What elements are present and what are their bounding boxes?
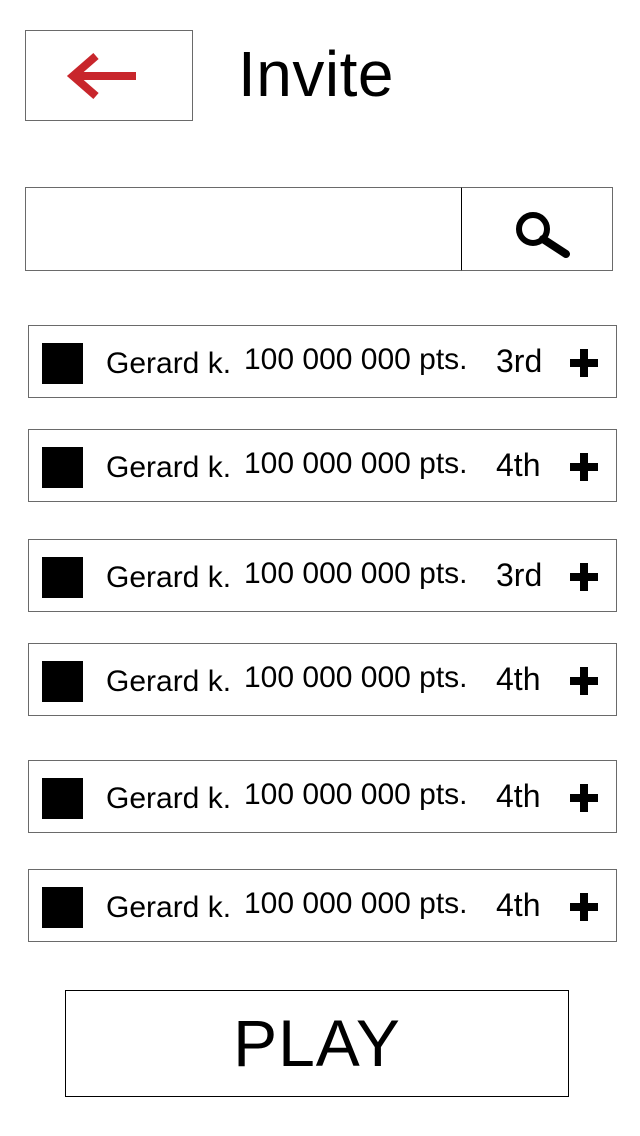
page-title: Invite: [238, 38, 394, 110]
avatar: [42, 343, 83, 384]
search-icon: [516, 212, 570, 258]
player-name: Gerard k.: [106, 665, 232, 698]
player-rank: 4th: [496, 778, 541, 814]
plus-icon[interactable]: [569, 452, 599, 482]
player-name: Gerard k.: [106, 347, 232, 380]
player-name: Gerard k.: [106, 561, 232, 594]
player-points: 100 000 000 pts.: [244, 343, 468, 376]
player-rank: 4th: [496, 887, 541, 923]
player-row[interactable]: Gerard k. 100 000 000 pts. 3rd: [28, 325, 617, 398]
player-rank: 3rd: [496, 557, 543, 593]
avatar: [42, 887, 83, 928]
back-button[interactable]: [25, 30, 193, 121]
search-button[interactable]: [462, 187, 613, 271]
play-button[interactable]: PLAY: [65, 990, 569, 1097]
player-row[interactable]: Gerard k. 100 000 000 pts. 4th: [28, 429, 617, 502]
player-rank: 4th: [496, 447, 541, 483]
player-name: Gerard k.: [106, 891, 232, 924]
player-points: 100 000 000 pts.: [244, 557, 468, 590]
search-input[interactable]: [25, 187, 463, 271]
plus-icon[interactable]: [569, 892, 599, 922]
player-points: 100 000 000 pts.: [244, 447, 468, 480]
player-rank: 4th: [496, 661, 541, 697]
avatar: [42, 557, 83, 598]
player-points: 100 000 000 pts.: [244, 887, 468, 920]
plus-icon[interactable]: [569, 666, 599, 696]
plus-icon[interactable]: [569, 783, 599, 813]
player-name: Gerard k.: [106, 782, 232, 815]
plus-icon[interactable]: [569, 348, 599, 378]
player-points: 100 000 000 pts.: [244, 778, 468, 811]
player-name: Gerard k.: [106, 451, 232, 484]
avatar: [42, 778, 83, 819]
player-row[interactable]: Gerard k. 100 000 000 pts. 4th: [28, 760, 617, 833]
player-rank: 3rd: [496, 343, 543, 379]
player-row[interactable]: Gerard k. 100 000 000 pts. 3rd: [28, 539, 617, 612]
arrow-left-icon: [66, 53, 136, 99]
avatar: [42, 661, 83, 702]
plus-icon[interactable]: [569, 562, 599, 592]
player-row[interactable]: Gerard k. 100 000 000 pts. 4th: [28, 869, 617, 942]
avatar: [42, 447, 83, 488]
player-row[interactable]: Gerard k. 100 000 000 pts. 4th: [28, 643, 617, 716]
player-points: 100 000 000 pts.: [244, 661, 468, 694]
